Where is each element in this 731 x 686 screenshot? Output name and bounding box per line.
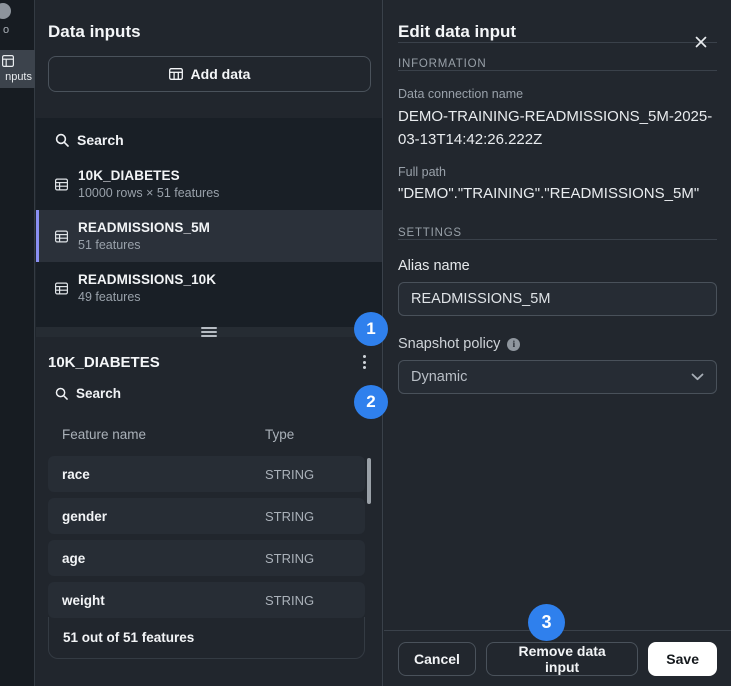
remove-data-input-button[interactable]: Remove data input <box>486 642 638 676</box>
table-grid-icon <box>55 178 68 191</box>
table-grid-icon <box>55 230 68 243</box>
alias-name-field[interactable] <box>398 282 717 316</box>
table-grid-icon <box>55 282 68 295</box>
feature-name: race <box>62 467 90 482</box>
data-connection-name-label: Data connection name <box>398 87 717 101</box>
column-feature-name: Feature name <box>62 427 146 442</box>
snapshot-policy-label: Snapshot policy <box>398 336 500 352</box>
edit-panel-footer: Cancel Remove data input Save <box>384 630 731 686</box>
dataset-meta: 10000 rows × 51 features <box>78 186 219 200</box>
dataset-name: READMISSIONS_10K <box>78 272 216 287</box>
avatar-icon <box>0 3 11 19</box>
chevron-down-icon <box>691 373 704 381</box>
panel-title: Data inputs <box>48 22 141 42</box>
feature-name: gender <box>62 509 107 524</box>
nav-rail-item-label: o <box>3 24 9 36</box>
nav-rail-item-data-inputs[interactable]: nputs <box>0 50 35 88</box>
feature-type: STRING <box>265 593 314 608</box>
table-grid-icon <box>169 67 183 81</box>
data-connection-name-value: DEMO-TRAINING-READMISSIONS_5M-2025-03-13… <box>398 105 717 151</box>
save-button[interactable]: Save <box>648 642 717 676</box>
close-icon[interactable] <box>695 33 713 51</box>
table-row[interactable]: age STRING <box>48 540 365 576</box>
table-row[interactable]: race STRING <box>48 456 365 492</box>
edit-data-input-panel: Edit data input INFORMATION Data connect… <box>384 0 731 686</box>
data-inputs-panel: Data inputs Add data Search 10K <box>36 0 383 686</box>
dataset-detail-panel: 10K_DIABETES Search Feature name Type ra… <box>36 337 382 686</box>
panel-resize-handle[interactable] <box>36 327 382 337</box>
table-row[interactable]: weight STRING <box>48 582 365 618</box>
feature-count-label: 51 out of 51 features <box>63 630 194 645</box>
search-icon <box>55 387 68 400</box>
section-settings: SETTINGS <box>398 227 717 239</box>
section-information: INFORMATION <box>398 58 717 70</box>
feature-type: STRING <box>265 467 314 482</box>
full-path-value: "DEMO"."TRAINING"."READMISSIONS_5M" <box>398 182 717 205</box>
annotation-badge-1: 1 <box>354 312 388 346</box>
feature-count-footer: 51 out of 51 features <box>48 617 365 659</box>
feature-search-input[interactable]: Search <box>55 386 121 401</box>
drag-handle-icon <box>201 327 217 337</box>
search-label: Search <box>76 386 121 401</box>
feature-table: race STRING gender STRING age STRING wei… <box>48 456 365 624</box>
search-label: Search <box>77 132 124 148</box>
scrollbar-thumb[interactable] <box>367 458 371 504</box>
add-data-button[interactable]: Add data <box>48 56 371 92</box>
table-row[interactable]: gender STRING <box>48 498 365 534</box>
cancel-button[interactable]: Cancel <box>398 642 476 676</box>
feature-table-header: Feature name Type <box>62 427 362 442</box>
dataset-name: READMISSIONS_5M <box>78 220 210 235</box>
dataset-name: 10K_DIABETES <box>78 168 219 183</box>
feature-name: weight <box>62 593 105 608</box>
data-inputs-header: Data inputs Add data <box>36 0 382 118</box>
snapshot-policy-select[interactable]: Dynamic <box>398 360 717 394</box>
dataset-item-readmissions-5m[interactable]: READMISSIONS_5M 51 features <box>36 210 382 262</box>
annotation-badge-2: 2 <box>354 385 388 419</box>
annotation-badge-3: 3 <box>528 604 565 641</box>
snapshot-policy-value: Dynamic <box>411 369 467 385</box>
feature-type: STRING <box>265 551 314 566</box>
alias-name-label: Alias name <box>398 258 717 274</box>
dataset-list: Search 10K_DIABETES 10000 rows × 51 feat… <box>36 118 382 327</box>
app-screen: o nputs Data inputs Add data <box>0 0 731 686</box>
panel-title: Edit data input <box>398 22 717 42</box>
info-icon[interactable]: i <box>507 338 520 351</box>
dataset-meta: 51 features <box>78 238 210 252</box>
kebab-menu-icon[interactable] <box>359 353 370 371</box>
nav-rail: o nputs <box>0 0 35 686</box>
dataset-item-readmissions-10k[interactable]: READMISSIONS_10K 49 features <box>36 262 382 304</box>
dataset-meta: 49 features <box>78 290 216 304</box>
dataset-search-input[interactable]: Search <box>36 118 382 158</box>
column-type: Type <box>265 427 294 442</box>
detail-title: 10K_DIABETES <box>48 354 160 371</box>
feature-type: STRING <box>265 509 314 524</box>
feature-name: age <box>62 551 85 566</box>
add-data-label: Add data <box>191 66 251 82</box>
full-path-label: Full path <box>398 165 717 179</box>
nav-rail-item-label: nputs <box>5 71 32 83</box>
table-grid-icon <box>2 55 14 67</box>
search-icon <box>55 133 69 147</box>
dataset-item-10k-diabetes[interactable]: 10K_DIABETES 10000 rows × 51 features <box>36 158 382 210</box>
